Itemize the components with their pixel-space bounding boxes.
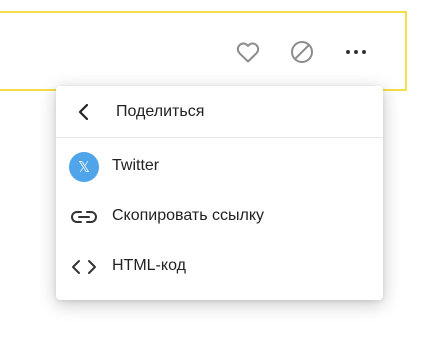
share-menu: Поделиться 𝕏 Twitter Скопировать ссылку: [56, 86, 383, 300]
code-icon: [72, 260, 96, 274]
more-button[interactable]: [342, 38, 370, 66]
like-button[interactable]: [234, 38, 262, 66]
share-item-twitter[interactable]: 𝕏 Twitter: [56, 143, 383, 189]
share-item-copy-link[interactable]: Скопировать ссылку: [56, 193, 383, 239]
share-menu-back-button[interactable]: Поделиться: [56, 86, 383, 138]
share-item-label: Скопировать ссылку: [112, 207, 265, 224]
link-icon: [71, 211, 97, 223]
link-icon-wrap: [68, 201, 100, 233]
heart-icon: [236, 42, 260, 63]
share-item-html-code[interactable]: HTML-код: [56, 243, 383, 289]
twitter-x-glyph: 𝕏: [77, 158, 91, 176]
player-bar: [0, 11, 407, 91]
twitter-icon-wrap: 𝕏: [68, 151, 100, 183]
share-item-label: HTML-код: [112, 257, 186, 274]
more-dots-icon: [346, 50, 366, 54]
block-icon: [291, 41, 313, 63]
chevron-left-icon: [78, 103, 89, 121]
share-item-label: Twitter: [112, 157, 160, 174]
code-icon-wrap: [68, 251, 100, 283]
twitter-x-icon: 𝕏: [69, 152, 99, 182]
stage: Поделиться 𝕏 Twitter Скопировать ссылку: [0, 0, 433, 342]
block-button[interactable]: [288, 38, 316, 66]
share-menu-title: Поделиться: [116, 103, 205, 120]
